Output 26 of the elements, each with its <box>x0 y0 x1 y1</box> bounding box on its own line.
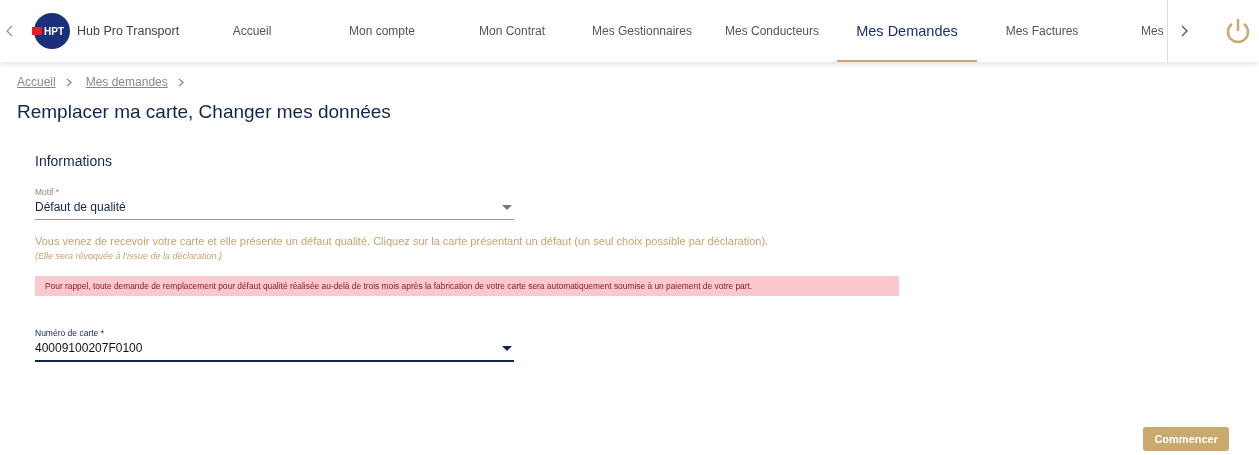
section-title: Informations <box>35 153 114 169</box>
nav-tab[interactable]: Mes Gestionnaires <box>577 0 707 62</box>
chevron-icon <box>65 77 72 87</box>
select-field[interactable]: Motif * Défaut de qualité <box>35 187 514 220</box>
brand-name: Hub Pro Transport <box>77 24 180 38</box>
caret-icon <box>502 345 512 351</box>
nav-tab[interactable]: Mes Conducteurs <box>707 0 837 62</box>
note-text: (Elle sera révoquée à l’issue de la déclaration.) <box>35 251 224 261</box>
nav-tab[interactable]: Accueil <box>187 0 317 62</box>
nav-tab[interactable]: Mes Factures <box>977 0 1107 62</box>
breadcrumb-link[interactable]: Mes demandes <box>85 75 168 89</box>
scroll-left-icon[interactable] <box>6 25 14 37</box>
power-icon[interactable] <box>1224 17 1252 45</box>
info-text: Vous venez de recevoir votre carte et elle présente un défaut qualité. Cliquez sur la carte présentant un défaut (un seul choix possible par déclaration). <box>35 235 770 247</box>
breadcrumb-link[interactable]: Accueil <box>17 75 56 89</box>
nav-tab[interactable]: Mon Contrat <box>447 0 577 62</box>
nav-tab[interactable]: Mes <box>1107 0 1167 62</box>
select-field[interactable]: Numéro de carte * 40009100207F0100 <box>35 328 514 362</box>
logo-icon: HPT <box>34 13 70 49</box>
caret-icon <box>502 204 512 210</box>
nav-tab[interactable]: Mon compte <box>317 0 447 62</box>
page-title: Remplacer ma carte, Changer mes données <box>17 101 392 123</box>
chevron-icon <box>177 77 184 87</box>
nav-tab[interactable]: Mes Demandes <box>837 0 977 62</box>
scroll-right-icon[interactable] <box>1180 25 1188 37</box>
warning-banner: Pour rappel, toute demande de remplacement pour défaut qualité réalisée au-delà de trois mois après la fabrication de votre carte sera automatiquement soumise à un paiement de votre part. <box>35 276 899 296</box>
